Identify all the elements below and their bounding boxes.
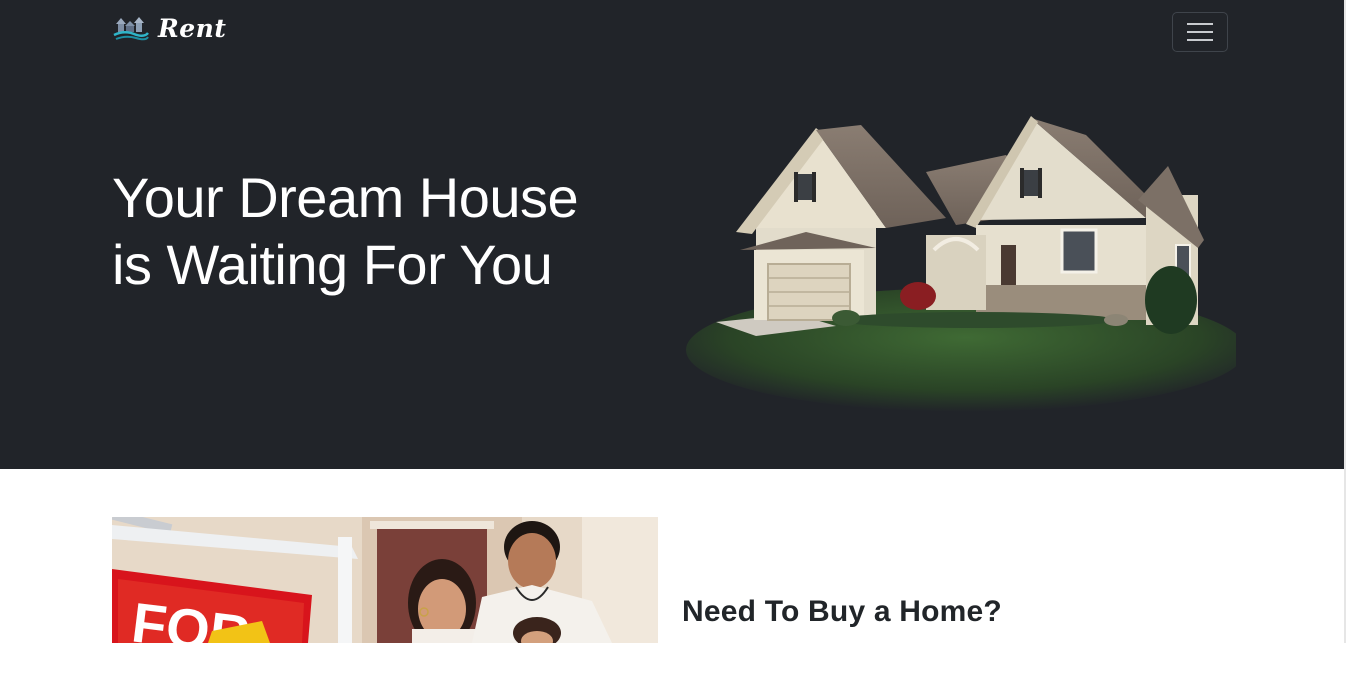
hero-headline: Your Dream House is Waiting For You [112,166,579,296]
feature-heading: Need To Buy a Home? [682,595,1002,628]
navbar: Rent [0,0,1344,62]
brand-name: Rent [158,13,227,43]
hamburger-menu-icon [1187,23,1213,41]
page-viewport: Rent Your Dream House is Waiting For You [0,0,1344,643]
brand-link[interactable]: Rent [112,10,226,46]
house-logo-icon [113,17,149,41]
suburban-house-image [686,116,1236,412]
navbar-toggler-button[interactable] [1172,12,1228,52]
family-for-sale-sign-photo: FOR [112,517,658,643]
hero-section: Rent Your Dream House is Waiting For You [0,0,1344,469]
